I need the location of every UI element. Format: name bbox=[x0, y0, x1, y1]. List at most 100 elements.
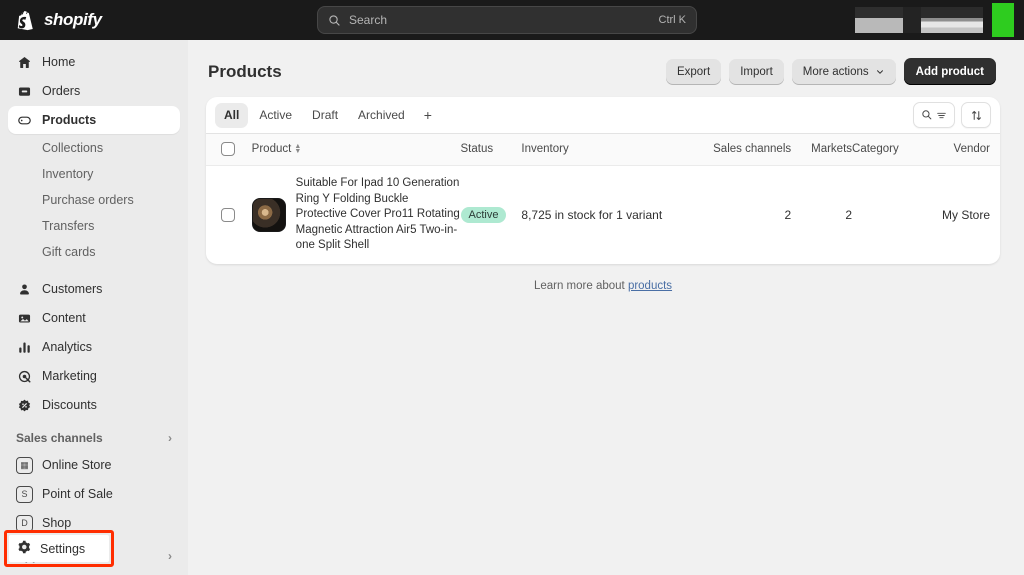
tab-active[interactable]: Active bbox=[250, 103, 301, 128]
settings-label: Settings bbox=[40, 541, 86, 556]
sidebar-item-label: Products bbox=[42, 113, 97, 127]
row-status-cell: Active bbox=[460, 166, 522, 264]
online-store-icon: ▦ bbox=[16, 456, 33, 474]
sidebar-item-products[interactable]: Products bbox=[8, 106, 180, 134]
products-card: All Active Draft Archived + Product ▲ ▼ … bbox=[206, 97, 1000, 264]
sidebar-sub-label: Inventory bbox=[42, 167, 94, 181]
table-header-row: Product ▲ ▼ Status Inventory Sales channel… bbox=[206, 134, 1000, 166]
search-shortcut: Ctrl K bbox=[658, 14, 687, 26]
search-filter-icon bbox=[922, 110, 932, 120]
sidebar-sub-label: Purchase orders bbox=[42, 193, 134, 207]
products-table: Product ▲ ▼ Status Inventory Sales channel… bbox=[206, 134, 1000, 264]
footer-text: Learn more about bbox=[533, 279, 625, 292]
row-category-cell bbox=[852, 166, 924, 264]
table-tools bbox=[913, 102, 991, 128]
sidebar-item-label: Analytics bbox=[42, 340, 93, 354]
column-vendor: Vendor bbox=[923, 134, 1000, 166]
column-markets: Markets bbox=[791, 134, 853, 166]
page-header: Products Export Import More actions Add … bbox=[206, 50, 1000, 97]
column-sales-channels: Sales channels bbox=[706, 134, 792, 166]
sidebar-item-marketing[interactable]: Marketing bbox=[8, 362, 180, 390]
sort-icon bbox=[971, 110, 981, 120]
sidebar-item-label: Marketing bbox=[42, 369, 97, 383]
app-body: Home Orders Products Collections Invento… bbox=[0, 40, 1024, 575]
sidebar-item-settings[interactable]: Settings bbox=[9, 535, 109, 562]
gear-icon bbox=[17, 540, 31, 557]
person-icon bbox=[16, 281, 33, 298]
sort-button[interactable] bbox=[961, 102, 991, 128]
sort-arrows-icon: ▲ ▼ bbox=[294, 142, 302, 155]
add-tab-button[interactable]: + bbox=[416, 103, 440, 128]
brand[interactable]: shopify bbox=[0, 10, 102, 31]
search-filter-button[interactable] bbox=[913, 102, 955, 128]
global-search[interactable]: Search Ctrl K bbox=[317, 6, 697, 34]
point-of-sale-icon: S bbox=[16, 485, 33, 503]
import-button[interactable]: Import bbox=[729, 58, 784, 85]
product-thumbnail bbox=[251, 197, 286, 232]
sidebar-item-analytics[interactable]: Analytics bbox=[8, 333, 180, 361]
analytics-bars-icon bbox=[16, 339, 33, 356]
column-product[interactable]: Product ▲ ▼ bbox=[251, 134, 461, 166]
products-help-link[interactable]: products bbox=[628, 280, 672, 292]
sidebar-item-content[interactable]: Content bbox=[8, 304, 180, 332]
tab-draft[interactable]: Draft bbox=[303, 103, 347, 128]
sidebar-item-label: Home bbox=[42, 55, 76, 69]
more-actions-button[interactable]: More actions bbox=[791, 58, 896, 85]
sidebar: Home Orders Products Collections Invento… bbox=[0, 40, 188, 575]
search-input[interactable]: Search bbox=[349, 13, 651, 27]
home-icon bbox=[16, 54, 33, 71]
sidebar-section-sales-channels[interactable]: Sales channels › bbox=[8, 425, 180, 451]
row-checkbox[interactable] bbox=[221, 207, 235, 222]
tab-archived[interactable]: Archived bbox=[349, 103, 414, 128]
sidebar-item-label: Customers bbox=[42, 282, 103, 296]
sidebar-item-customers[interactable]: Customers bbox=[8, 275, 180, 303]
chevron-right-icon: › bbox=[168, 549, 172, 563]
sidebar-item-discounts[interactable]: Discounts bbox=[8, 391, 180, 419]
sidebar-sub-label: Collections bbox=[42, 141, 104, 155]
settings-highlight-box: Settings bbox=[4, 530, 114, 567]
status-badge: Active bbox=[460, 206, 507, 223]
row-select-cell bbox=[206, 166, 252, 264]
export-button[interactable]: Export bbox=[665, 58, 722, 85]
sidebar-sub-label: Gift cards bbox=[42, 245, 96, 259]
table-row[interactable]: Suitable For Ipad 10 Generation Ring Y F… bbox=[206, 166, 1000, 264]
sidebar-item-collections[interactable]: Collections bbox=[8, 135, 180, 161]
sidebar-item-online-store[interactable]: ▦ Online Store bbox=[8, 451, 180, 479]
row-sales-channels-cell: 2 bbox=[784, 207, 792, 222]
tabs-row: All Active Draft Archived + bbox=[206, 97, 1000, 134]
sidebar-item-home[interactable]: Home bbox=[8, 48, 180, 76]
product-tag-icon bbox=[16, 112, 33, 129]
row-inventory-cell: 8,725 in stock for 1 variant bbox=[521, 207, 663, 222]
filter-tabs: All Active Draft Archived + bbox=[215, 102, 440, 128]
top-right-controls bbox=[855, 0, 1014, 40]
shop-icon: D bbox=[16, 514, 33, 532]
column-status: Status bbox=[460, 134, 522, 166]
more-actions-label: More actions bbox=[802, 65, 869, 78]
row-markets-cell: 2 bbox=[845, 207, 853, 222]
add-product-button[interactable]: Add product bbox=[903, 58, 996, 85]
row-vendor-cell: My Store bbox=[941, 207, 990, 222]
select-all-header bbox=[206, 134, 252, 166]
redacted-region-c bbox=[921, 7, 983, 33]
sidebar-item-gift-cards[interactable]: Gift cards bbox=[8, 239, 180, 265]
page-title: Products bbox=[208, 61, 282, 81]
sidebar-item-orders[interactable]: Orders bbox=[8, 77, 180, 105]
discount-tag-icon bbox=[16, 397, 33, 414]
select-all-checkbox[interactable] bbox=[221, 142, 235, 156]
sidebar-item-purchase-orders[interactable]: Purchase orders bbox=[8, 187, 180, 213]
chevron-right-icon: › bbox=[168, 431, 172, 445]
sidebar-item-point-of-sale[interactable]: S Point of Sale bbox=[8, 480, 180, 508]
shopify-bag-icon bbox=[17, 10, 33, 30]
sidebar-section-label: Sales channels bbox=[16, 431, 103, 445]
sidebar-item-transfers[interactable]: Transfers bbox=[8, 213, 180, 239]
sidebar-item-inventory[interactable]: Inventory bbox=[8, 161, 180, 187]
sidebar-item-label: Content bbox=[42, 311, 86, 325]
filter-lines-icon bbox=[937, 112, 946, 118]
redacted-region-a bbox=[855, 7, 903, 33]
sidebar-item-label: Shop bbox=[42, 516, 72, 530]
product-name[interactable]: Suitable For Ipad 10 Generation Ring Y F… bbox=[296, 176, 461, 254]
sidebar-sub-label: Transfers bbox=[42, 219, 95, 233]
page-actions: Export Import More actions Add product bbox=[665, 58, 996, 85]
tab-all[interactable]: All bbox=[215, 102, 249, 128]
row-product-cell: Suitable For Ipad 10 Generation Ring Y F… bbox=[251, 166, 461, 264]
